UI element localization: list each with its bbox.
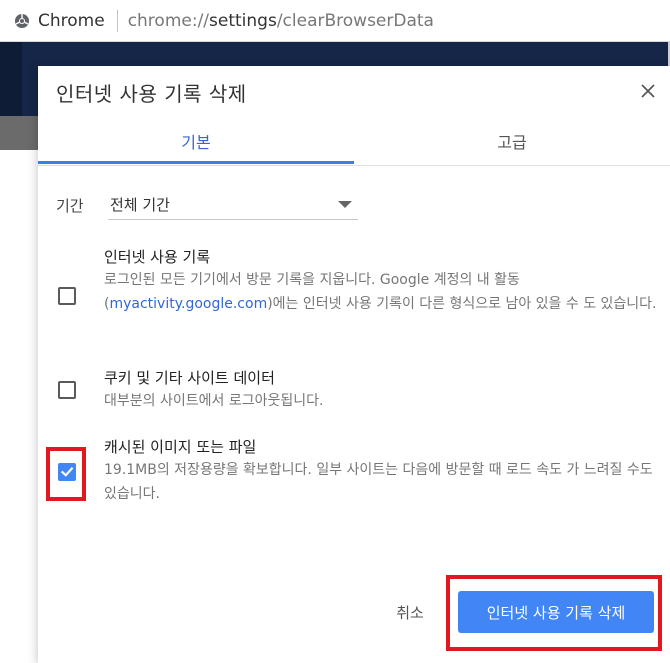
cancel-button[interactable]: 취소 [388, 594, 432, 630]
option-text: 인터넷 사용 기록 로그인된 모든 기기에서 방문 기록을 지웁니다. Goog… [104, 246, 660, 316]
time-range-label: 기간 [56, 196, 84, 215]
address-bar: Chrome chrome://settings/clearBrowserDat… [0, 0, 670, 42]
tab-selected-indicator [38, 161, 354, 164]
close-icon [641, 84, 655, 98]
time-range-row: 기간 전체 기간 [56, 190, 358, 220]
time-range-value: 전체 기간 [110, 196, 170, 214]
dialog-tabs: 기본 고급 [38, 116, 670, 166]
background-banner-stripe [0, 42, 22, 116]
option-title: 쿠키 및 기타 사이트 데이터 [104, 369, 275, 387]
checkmark-icon [60, 467, 74, 477]
option-text: 쿠키 및 기타 사이트 데이터 대부분의 사이트에서 로그아웃됩니다. [104, 367, 660, 413]
option-description: 로그인된 모든 기기에서 방문 기록을 지웁니다. Google 계정의 내 활… [104, 268, 660, 316]
background-page-block [0, 116, 40, 150]
checkbox-cookies[interactable] [58, 381, 76, 399]
close-button[interactable] [636, 79, 660, 103]
chrome-info-icon[interactable] [14, 13, 30, 29]
omnibox-separator [116, 10, 118, 32]
option-description-text: )에는 인터넷 사용 기록이 다른 형식으로 남아 있을 수 도 있습니다. [267, 296, 657, 312]
url-text[interactable]: chrome://settings/clearBrowserData [128, 11, 434, 31]
omnibox[interactable]: Chrome chrome://settings/clearBrowserDat… [6, 4, 670, 38]
url-scheme: chrome:// [127, 11, 210, 31]
dialog-title: 인터넷 사용 기록 삭제 [56, 82, 247, 106]
option-description: 대부분의 사이트에서 로그아웃됩니다. [104, 393, 324, 409]
checkbox-cached-images[interactable] [58, 463, 76, 481]
time-range-select[interactable]: 전체 기간 [108, 190, 358, 220]
url-host: settings [209, 11, 277, 31]
clear-browsing-data-dialog: 인터넷 사용 기록 삭제 기본 고급 기간 전체 기간 인터넷 사용 기록 로그… [38, 66, 670, 663]
url-path: /clearBrowserData [276, 11, 434, 31]
option-title: 캐시된 이미지 또는 파일 [104, 438, 257, 456]
option-text: 캐시된 이미지 또는 파일 19.1MB의 저장용량을 확보합니다. 일부 사이… [104, 436, 660, 506]
myactivity-link[interactable]: myactivity.google.com [109, 296, 267, 312]
checkbox-browsing-history[interactable] [58, 287, 76, 305]
option-title: 인터넷 사용 기록 [104, 248, 211, 266]
dropdown-arrow-icon [338, 201, 352, 208]
option-description: 19.1MB의 저장용량을 확보합니다. 일부 사이트는 다음에 방문할 때 로… [104, 462, 653, 502]
tab-basic[interactable]: 기본 [38, 116, 354, 165]
tab-advanced[interactable]: 고급 [354, 116, 670, 165]
site-chip-label: Chrome [38, 11, 105, 31]
clear-data-button[interactable]: 인터넷 사용 기록 삭제 [458, 591, 654, 633]
